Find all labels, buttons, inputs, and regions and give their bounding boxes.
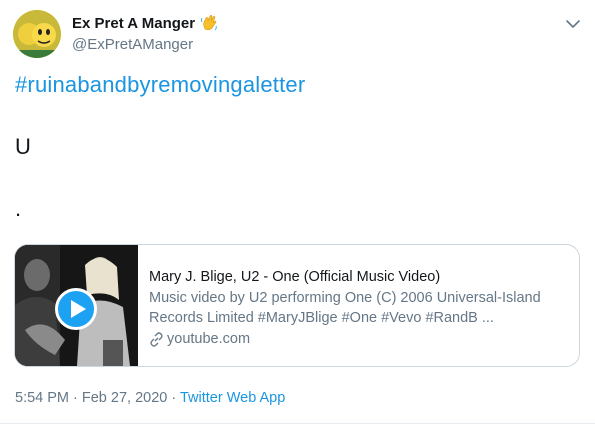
tweet-date[interactable]: Feb 27, 2020 [82, 390, 167, 406]
tweet: Ex Pret A Manger @ExPretAManger #ruinaba… [0, 0, 595, 425]
tweet-text-line-1: U [15, 134, 31, 159]
tweet-text-line-2: . [15, 196, 22, 221]
card-domain-row: youtube.com [149, 329, 569, 349]
card-description: Music video by U2 performing One (C) 200… [149, 290, 541, 326]
tweet-source-link[interactable]: Twitter Web App [180, 390, 285, 406]
tweet-time[interactable]: 5:54 PM [15, 390, 69, 406]
author-handle[interactable]: @ExPretAManger [72, 36, 193, 53]
meta-separator: · [167, 390, 180, 406]
card-text[interactable]: Mary J. Blige, U2 - One (Official Music … [149, 267, 569, 349]
divider [0, 423, 595, 424]
avatar[interactable] [13, 10, 61, 58]
meta-separator: · [69, 390, 82, 406]
play-icon [71, 300, 86, 318]
chevron-down-icon[interactable] [563, 14, 583, 34]
tweet-meta: 5:54 PM · Feb 27, 2020 · Twitter Web App [15, 390, 285, 406]
author-display-name[interactable]: Ex Pret A Manger [72, 15, 195, 32]
video-thumbnail[interactable] [15, 245, 138, 366]
waving-hand-icon [201, 15, 217, 31]
link-icon [150, 331, 163, 347]
link-preview-card[interactable]: Mary J. Blige, U2 - One (Official Music … [14, 244, 580, 367]
card-domain: youtube.com [167, 331, 251, 347]
card-title: Mary J. Blige, U2 - One (Official Music … [149, 269, 441, 285]
play-button[interactable] [55, 288, 97, 330]
hashtag-link[interactable]: #ruinabandbyremovingaletter [15, 72, 305, 98]
author-name-row[interactable]: Ex Pret A Manger [72, 14, 218, 32]
avatar-image [13, 10, 61, 58]
